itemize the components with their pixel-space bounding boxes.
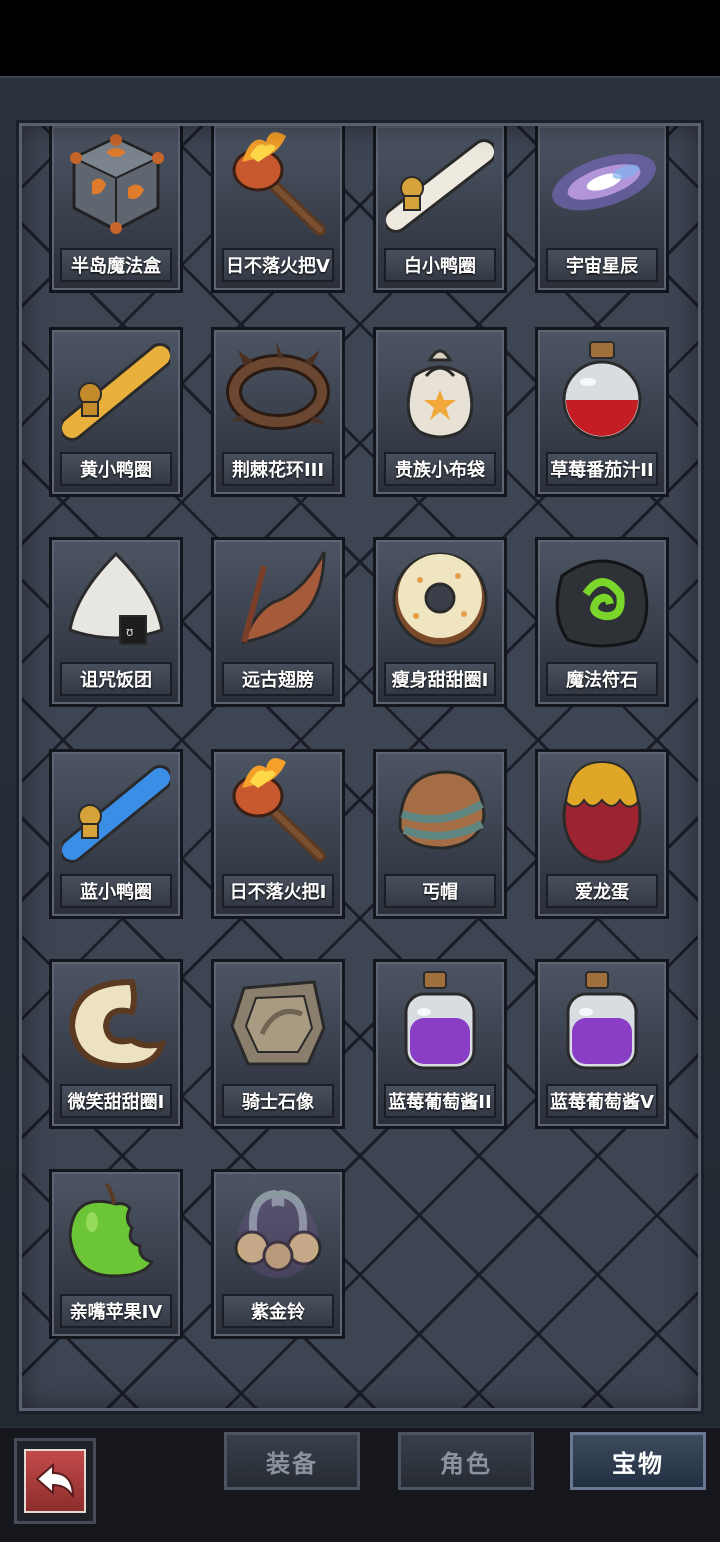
- back-arrow-icon: [24, 1449, 86, 1513]
- item-label: 半岛魔法盒: [60, 248, 172, 282]
- magic-cube-icon: [70, 134, 164, 234]
- item-label: 骑士石像: [222, 1084, 334, 1118]
- item-slot[interactable]: 白小鸭圈: [373, 123, 507, 293]
- item-label: 蓝莓葡萄酱II: [384, 1084, 496, 1118]
- bitten-donut-icon: [68, 978, 167, 1070]
- item-slot[interactable]: 骑士石像: [211, 959, 345, 1129]
- item-label: 蓝莓葡萄酱V: [546, 1084, 658, 1118]
- purple-potion-icon: [404, 971, 476, 1070]
- stone-tablet-icon: [230, 980, 326, 1066]
- item-slot[interactable]: 魔法符石: [535, 537, 669, 707]
- item-slot[interactable]: 贵族小布袋: [373, 327, 507, 497]
- wing-icon: [241, 551, 326, 644]
- back-button[interactable]: [14, 1438, 96, 1524]
- item-slot[interactable]: 亲嘴苹果IV: [49, 1169, 183, 1339]
- dragon-egg-icon: [562, 760, 642, 864]
- status-bar: [0, 0, 720, 76]
- item-slot[interactable]: 紫金铃: [211, 1169, 345, 1339]
- item-label: 瘦身甜甜圈I: [384, 662, 496, 696]
- item-slot[interactable]: 丐帽: [373, 749, 507, 919]
- beggar-hat-icon: [398, 770, 486, 850]
- item-slot[interactable]: 半岛魔法盒: [49, 123, 183, 293]
- item-slot[interactable]: 爱龙蛋: [535, 749, 669, 919]
- item-slot[interactable]: 日不落火把I: [211, 749, 345, 919]
- item-slot[interactable]: 荆棘花环III: [211, 327, 345, 497]
- item-label: 远古翅膀: [222, 662, 334, 696]
- item-label: 黄小鸭圈: [60, 452, 172, 486]
- green-apple-icon: [68, 1182, 155, 1278]
- tab-treasure[interactable]: 宝物: [570, 1432, 706, 1490]
- item-slot[interactable]: ʊ 诅咒饭团: [49, 537, 183, 707]
- item-slot[interactable]: 远古翅膀: [211, 537, 345, 707]
- item-slot[interactable]: 瘦身甜甜圈I: [373, 537, 507, 707]
- item-slot[interactable]: 宇宙星辰: [535, 123, 669, 293]
- item-slot[interactable]: 微笑甜甜圈I: [49, 959, 183, 1129]
- item-label: 宇宙星辰: [546, 248, 658, 282]
- item-label: 蓝小鸭圈: [60, 874, 172, 908]
- item-label: 草莓番茄汁II: [546, 452, 658, 486]
- item-slot[interactable]: 蓝莓葡萄酱V: [535, 959, 669, 1129]
- thorn-wreath-icon: [226, 342, 330, 430]
- purple-potion-icon: [566, 971, 638, 1070]
- red-potion-icon: [562, 341, 642, 440]
- rice-ball-icon: ʊ: [68, 551, 164, 645]
- item-label: 紫金铃: [222, 1294, 334, 1328]
- item-label: 日不落火把I: [222, 874, 334, 908]
- item-label: 丐帽: [384, 874, 496, 908]
- cloth-bag-icon: [406, 349, 474, 439]
- item-label: 日不落火把V: [222, 248, 334, 282]
- item-slot[interactable]: 日不落火把V: [211, 123, 345, 293]
- item-slot[interactable]: 蓝莓葡萄酱II: [373, 959, 507, 1129]
- blue-duck-ring-icon: [62, 765, 170, 863]
- white-duck-ring-icon: [386, 139, 494, 233]
- item-label: 爱龙蛋: [546, 874, 658, 908]
- item-label: 诅咒饭团: [60, 662, 172, 696]
- tab-character[interactable]: 角色: [398, 1432, 534, 1490]
- item-label: 白小鸭圈: [384, 248, 496, 282]
- rune-stone-icon: [555, 559, 649, 648]
- treasure-grid: 半岛魔法盒 日不落火把V 白小鸭圈 宇宙星辰 黄小鸭圈 荆棘花环III 贵族小布…: [16, 120, 704, 1414]
- item-slot[interactable]: 草莓番茄汁II: [535, 327, 669, 497]
- item-slot[interactable]: 黄小鸭圈: [49, 327, 183, 497]
- yellow-duck-ring-icon: [62, 343, 170, 441]
- item-label: 荆棘花环III: [222, 452, 334, 486]
- bells-icon: [234, 1189, 322, 1278]
- item-slot[interactable]: 蓝小鸭圈: [49, 749, 183, 919]
- donut-icon: [392, 552, 488, 648]
- tab-equipment[interactable]: 装备: [224, 1432, 360, 1490]
- item-label: 魔法符石: [546, 662, 658, 696]
- torch-icon: [232, 132, 326, 236]
- item-label: 贵族小布袋: [384, 452, 496, 486]
- torch-icon: [232, 758, 326, 862]
- item-label: 亲嘴苹果IV: [60, 1294, 172, 1328]
- svg-text:ʊ: ʊ: [126, 625, 133, 639]
- galaxy-icon: [552, 153, 656, 211]
- item-label: 微笑甜甜圈I: [60, 1084, 172, 1118]
